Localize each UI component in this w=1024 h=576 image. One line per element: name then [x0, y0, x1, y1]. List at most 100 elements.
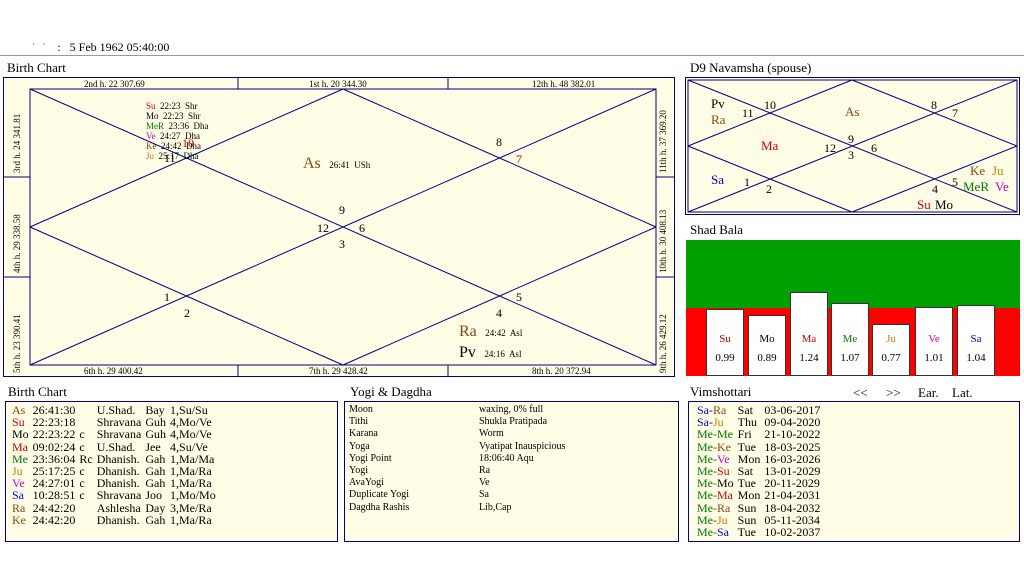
header-datetime: 5 Feb 1962 05:40:00	[69, 40, 170, 54]
dasha-lord: Me	[697, 525, 713, 540]
yogi-value-cell: Worm	[479, 428, 504, 440]
dasha-period-cell: Me-Sa	[695, 526, 736, 538]
vimshottari-panel: Sa-Ra Sat 03-06-2017 Sa-Ju Thu 09-04-2020 Me-M…	[688, 401, 1020, 542]
yogi-title: Yogi & Dagdha	[350, 384, 432, 399]
flag-cell	[77, 514, 94, 526]
shad-bala-bar: Mo 0.89	[748, 315, 786, 376]
house-number: 9	[339, 203, 345, 217]
header-dots: · ·	[32, 40, 46, 49]
planet-entry: Mo 22:23 Shr	[146, 111, 201, 121]
table-row: Karana Worm	[347, 428, 567, 440]
birth-list-title: Birth Chart	[8, 384, 67, 399]
yogi-value-cell: Ve	[479, 477, 490, 489]
border-right-label: 10th h. 30 408.13	[658, 209, 668, 273]
nakshatra-cell: Dhanish.	[96, 512, 140, 527]
yogi-table: Moon waxing, 0% full Tithi Shukla Pratipada…	[347, 404, 567, 514]
bhava-cell: Joo	[145, 488, 163, 503]
later-button[interactable]: Lat.	[952, 385, 973, 401]
navamsha-planet: Ma	[761, 138, 779, 153]
yogi-value-cell: waxing, 0% full	[479, 404, 544, 415]
pada-cell: 3,Me/Ra	[170, 500, 212, 515]
navamsha-planet: Mo	[935, 197, 954, 212]
shad-bala-bar: Su 0.99	[706, 309, 744, 376]
yogi-value-cell: Sa	[479, 489, 489, 501]
day-cell: Tue	[737, 439, 756, 454]
navamsha-planet: Su	[917, 197, 931, 212]
planet-name: Ve	[146, 131, 156, 141]
nakshatra-cell: U.Shad.	[96, 439, 136, 454]
house-number: 5	[516, 290, 522, 304]
navamsha-planet: Sa	[711, 172, 724, 187]
border-bottom-label: 8th h. 20 372.94	[532, 366, 591, 376]
navamsha-house-number: 5	[952, 175, 958, 189]
shad-bala-bar: Ma 1.24	[790, 292, 828, 376]
vimshottari-table: Sa-Ra Sat 03-06-2017 Sa-Ju Thu 09-04-2020 Me-M…	[695, 404, 822, 538]
flag-cell: c	[79, 427, 85, 442]
table-row: Tithi Shukla Pratipada	[347, 416, 567, 428]
degree-cell: 09:02:24	[32, 439, 76, 454]
bhava-cell: Jee	[145, 439, 161, 454]
degree-cell: 24:42:20	[32, 512, 76, 527]
border-top-label: 1st h. 20 344.30	[309, 79, 367, 89]
header-prefix: :	[57, 40, 61, 54]
house-number: 12	[317, 221, 329, 235]
antar-lord: Sa	[717, 525, 729, 540]
shad-bala-value-label: 0.77	[881, 352, 901, 364]
table-row: Yoga Vyatipat Inauspicious	[347, 441, 567, 453]
table-row: Ra 24:42:20 Ashlesha Day 3,Me/Ra	[10, 500, 218, 515]
table-row: Yogi Ra	[347, 465, 567, 477]
house-number: 10	[182, 136, 194, 150]
planet-entry: Su 22:23 Shr	[146, 101, 198, 111]
yogi-value-cell: 18:06:40 Aqu	[479, 452, 534, 464]
planet-entry: MeR 23:36 Dha	[146, 121, 209, 131]
border-top-label: 12th h. 48 382.01	[532, 79, 596, 89]
table-row: Me-Sa Tue 10-02-2037	[695, 526, 822, 538]
house-number: 2	[184, 306, 190, 320]
date-cell: 18-04-2032	[764, 500, 821, 515]
shad-bala-bar: Ju 0.77	[872, 324, 910, 376]
yogi-key-cell: Dagdha Rashis	[349, 501, 410, 513]
bhava-cell: Day	[145, 500, 166, 515]
border-top-label: 2nd h. 22 307.69	[84, 79, 145, 89]
header-bar: · · : 5 Feb 1962 05:40:00	[32, 40, 169, 55]
yogi-key-cell: Tithi	[349, 416, 369, 428]
planet-entry: Ve 24:27 Dha	[146, 131, 201, 141]
yogi-key-cell: Yoga	[349, 440, 370, 452]
table-row: Dagdha Rashis Lib,Cap	[347, 502, 567, 514]
next-button[interactable]: >>	[886, 385, 901, 401]
pada-cell: 4,Su/Ve	[170, 439, 208, 454]
yogi-key-cell: Duplicate Yogi	[349, 489, 409, 501]
flag-cell	[77, 404, 94, 416]
navamsha-planet: As	[845, 104, 860, 119]
shad-bala-value-label: 0.89	[757, 352, 777, 364]
yogi-key-cell: Karana	[349, 428, 378, 440]
bhava-cell: Guh	[145, 427, 167, 442]
planet-cell: Ke	[12, 512, 26, 527]
shad-bala-title: Shad Bala	[690, 222, 744, 237]
table-row: Duplicate Yogi Sa	[347, 489, 567, 501]
flag-cell: c	[79, 439, 85, 454]
shad-bala-value-label: 1.04	[966, 352, 986, 364]
yogi-value-cell: Lib,Cap	[479, 501, 512, 513]
planet-name: MeR	[146, 121, 164, 131]
house-number: 1	[164, 290, 170, 304]
shad-bala-value-label: 1.24	[799, 352, 819, 364]
border-left-label: 3rd h. 24 341.81	[12, 113, 22, 173]
table-row: Ma 09:02:24 c U.Shad. Jee 4,Su/Ve	[10, 439, 218, 454]
shad-bala-value-label: 1.01	[924, 352, 944, 364]
yogi-key-cell: Yogi Point	[349, 452, 392, 464]
shad-bala-planet-label: Ve	[928, 333, 940, 345]
pada-cell: 4,Mo/Ve	[170, 427, 212, 442]
prev-button[interactable]: <<	[853, 385, 868, 401]
shad-bala-planet-label: Ju	[886, 333, 896, 345]
navamsha-title: D9 Navamsha (spouse)	[690, 60, 812, 75]
planet-name: Ju	[146, 151, 155, 161]
navamsha-house-number: 3	[848, 148, 854, 162]
table-row: Sa 10:28:51 c Shravana Joo 1,Mo/Mo	[10, 489, 218, 501]
day-cell: Mon	[737, 488, 761, 503]
earlier-button[interactable]: Ear.	[918, 385, 939, 401]
navamsha-house-number: 7	[952, 106, 958, 120]
house-number: 6	[359, 221, 365, 235]
navamsha-panel: 10 11 8 7 9 12 3 6 1 2 4 5 Pv Ra As Ma S…	[685, 77, 1020, 215]
navamsha-planet: Ra	[711, 112, 726, 127]
